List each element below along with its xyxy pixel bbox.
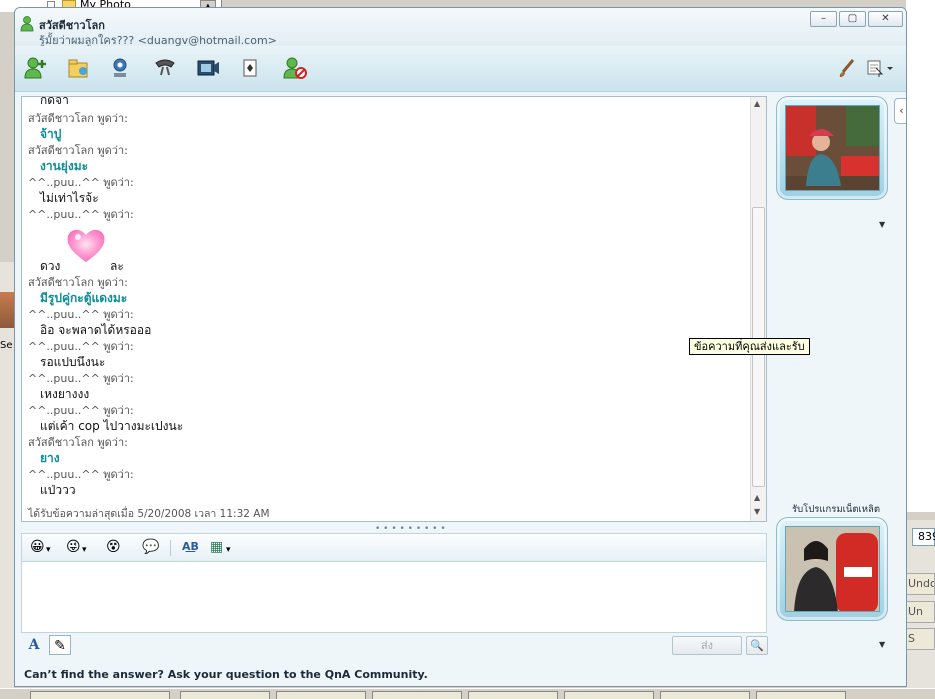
activities-icon[interactable] — [196, 56, 220, 80]
paint-brush-icon[interactable] — [835, 56, 859, 80]
background-avatar — [0, 292, 14, 328]
last-message-status: ได้รับข้อความล่าสุดเมื่อ 5/20/2008 เวลา … — [28, 508, 270, 520]
background-number-field[interactable]: 839 — [912, 528, 935, 546]
display-options-icon[interactable] — [865, 56, 895, 80]
compose-toolbar: 😀 ▾ 😜 ▾ 😵 💬 A͟B ▦ ▾ — [21, 533, 767, 561]
title-bar[interactable]: สวัสดีชาวโลก รู้มั้ยว่าผมลูกใคร??? <duan… — [15, 8, 906, 47]
background-dropdown-icon[interactable]: ▾ — [226, 542, 231, 558]
message-line: แป่ววว — [40, 483, 76, 497]
games-icon[interactable] — [239, 56, 263, 80]
maximize-button[interactable]: ▢ — [839, 11, 866, 27]
background-s-button[interactable]: S — [906, 628, 935, 650]
qna-community-link[interactable]: Can’t find the answer? Ask your question… — [24, 668, 428, 681]
tooltip: ข้อความที่คุณส่งและรับ — [689, 338, 810, 355]
heart-emoticon — [67, 229, 105, 262]
share-files-icon[interactable] — [67, 56, 91, 80]
program-caption: รับโปรแกรมเน็ตเหลิต — [792, 504, 881, 515]
history-content: กดจา สวัสดีชาวโลก พูดว่า: จ้าปู สวัสดีชา… — [22, 97, 750, 521]
handwriting-button[interactable]: ✎ — [49, 635, 71, 655]
contact-photo — [785, 105, 880, 191]
my-display-picture[interactable] — [776, 517, 888, 621]
background-un-button[interactable]: Un — [906, 601, 935, 623]
video-call-icon[interactable] — [110, 56, 134, 80]
sender-line: ^^..puu..^^ พูดว่า: — [28, 208, 134, 221]
phone-call-icon[interactable] — [153, 56, 177, 80]
emoticon-dropdown-icon[interactable]: ▾ — [46, 542, 51, 558]
collapse-sidebar-button[interactable]: ‹ — [894, 98, 906, 124]
voice-clip-icon[interactable]: 💬 — [142, 539, 159, 555]
contact-display-picture[interactable] — [776, 96, 888, 200]
close-button[interactable]: ✕ — [868, 11, 903, 27]
scroll-up-arrow-icon[interactable]: ▲ — [754, 99, 760, 108]
contact-picture-menu-icon[interactable]: ▼ — [879, 220, 885, 229]
history-scrollbar[interactable]: ▲ ▲ ▼ — [750, 97, 766, 521]
search-button[interactable]: 🔍 — [746, 636, 768, 655]
background-left-label: Se — [0, 340, 13, 351]
message-input[interactable] — [21, 561, 767, 633]
nudge-icon[interactable]: 😵 — [106, 539, 121, 555]
messenger-buddy-icon — [20, 16, 34, 32]
scroll-down-arrow-icon[interactable]: ▲ — [754, 493, 760, 502]
help-bar: Can’t find the answer? Ask your question… — [15, 663, 906, 686]
my-picture-menu-icon[interactable]: ▼ — [879, 640, 885, 649]
wink-dropdown-icon[interactable]: ▾ — [82, 542, 87, 558]
wink-icon[interactable]: 😜 — [66, 539, 81, 555]
minimize-button[interactable]: – — [810, 11, 837, 27]
background-undo-button[interactable]: Undo — [906, 573, 935, 595]
background-left-panel: Se — [0, 262, 14, 699]
font-button[interactable]: A — [23, 635, 45, 655]
translate-icon[interactable]: A͟B — [182, 539, 199, 555]
block-icon[interactable] — [283, 56, 307, 80]
conversation-history[interactable]: กดจา สวัสดีชาวโลก พูดว่า: จ้าปู สวัสดีชา… — [21, 96, 767, 522]
background-taskbar — [0, 688, 935, 699]
invite-contact-icon[interactable] — [24, 56, 48, 80]
background-icon[interactable]: ▦ — [210, 539, 223, 555]
conversation-window: สวัสดีชาวโลก รู้มั้ยว่าผมลูกใคร??? <duan… — [14, 7, 907, 687]
scroll-down-arrow-icon[interactable]: ▼ — [754, 507, 760, 516]
my-photo — [785, 526, 880, 612]
emoticon-icon[interactable]: 😀 — [30, 539, 45, 555]
background-right-area — [906, 0, 935, 512]
send-button[interactable]: ส่ง — [672, 636, 742, 655]
action-toolbar — [15, 46, 906, 92]
